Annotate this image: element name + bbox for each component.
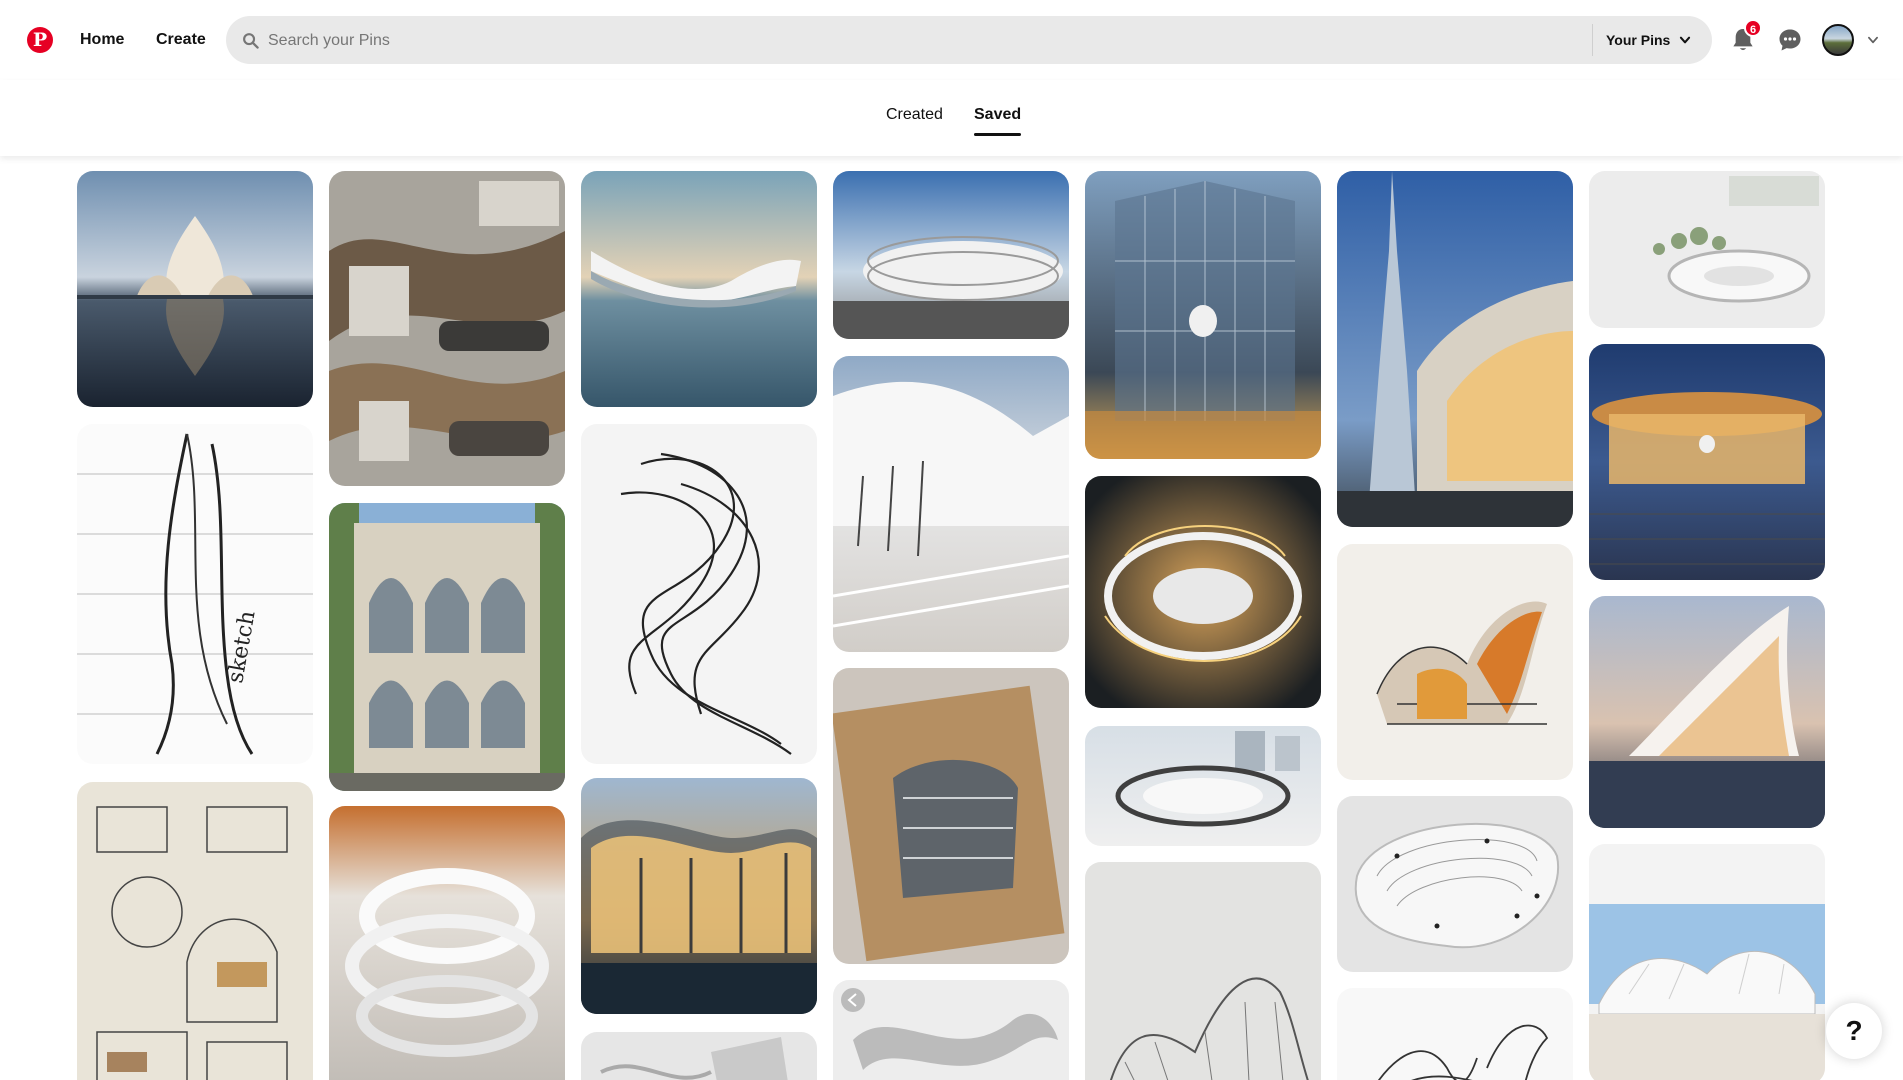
pin-circular-plaza-model[interactable] [1589, 171, 1825, 328]
pin-house-elevation-sketch[interactable] [77, 782, 313, 1080]
pin-apple-store-night[interactable] [1589, 344, 1825, 580]
pin-white-shell-roof[interactable] [1589, 844, 1825, 1080]
search-divider [1592, 24, 1593, 56]
pin-twisting-form-sketch[interactable] [581, 424, 817, 764]
pin-curved-building-over-lake[interactable] [581, 171, 817, 407]
active-tab-underline [974, 133, 1022, 136]
notification-count-badge: 6 [1744, 19, 1762, 37]
search-bar[interactable]: Your Pins [226, 16, 1712, 66]
chat-bubble-icon [1779, 29, 1801, 51]
pin-ribbon-model[interactable] [833, 980, 1069, 1080]
create-link[interactable]: Create [152, 26, 210, 54]
tab-created-label: Created [886, 106, 943, 123]
pin-apple-glass-cube[interactable] [1085, 171, 1321, 459]
chevron-down-icon [1680, 36, 1691, 44]
tab-saved[interactable]: Saved [974, 100, 1022, 136]
pinterest-logo-icon[interactable]: P [27, 27, 53, 53]
pin-stepped-landscape-model[interactable] [1337, 796, 1573, 972]
pin-architecture-presentation-board[interactable] [329, 171, 565, 486]
pin-wavy-facade-building[interactable] [581, 1032, 817, 1080]
pin-oval-white-building[interactable] [833, 171, 1069, 339]
pin-spiral-paper-model[interactable] [329, 806, 565, 1080]
tab-created[interactable]: Created [886, 100, 943, 130]
pin-organic-night-aerial[interactable] [1085, 476, 1321, 708]
search-scope-label: Your Pins [1606, 32, 1671, 48]
account-chevron-down-icon[interactable] [1866, 33, 1880, 47]
pin-wireframe-pencil-drawing[interactable] [1085, 862, 1321, 1080]
home-link[interactable]: Home [76, 26, 128, 54]
search-icon [243, 33, 259, 49]
pin-colored-pencil-building[interactable] [1337, 544, 1573, 780]
tab-saved-label: Saved [974, 106, 1022, 123]
pin-ring-plaza-render[interactable] [1085, 726, 1321, 846]
messages-button[interactable] [1772, 22, 1808, 58]
help-button[interactable]: ? [1826, 1003, 1882, 1059]
pin-grid: sketch [0, 156, 1903, 1080]
top-navigation-bar: P Home Create Your Pins 6 [0, 0, 1903, 80]
pin-tower-sketch[interactable]: sketch [77, 424, 313, 764]
pin-curved-roof-interior[interactable] [833, 356, 1069, 652]
profile-tabs: Created Saved [0, 80, 1903, 156]
search-scope-dropdown[interactable]: Your Pins [1606, 16, 1692, 64]
avatar[interactable] [1822, 24, 1854, 56]
pin-lotus-building-on-water[interactable] [77, 171, 313, 407]
pin-cardboard-building-sketch[interactable] [833, 668, 1069, 964]
pin-shell-building-dusk[interactable] [1589, 596, 1825, 828]
pin-glass-pavilion-night[interactable] [581, 778, 817, 1014]
pin-pencil-sketch-bottom[interactable] [1337, 988, 1573, 1080]
pin-arched-facade-building[interactable] [329, 503, 565, 791]
search-input[interactable] [266, 16, 1570, 66]
pin-burj-khalifa-mall[interactable] [1337, 171, 1573, 527]
